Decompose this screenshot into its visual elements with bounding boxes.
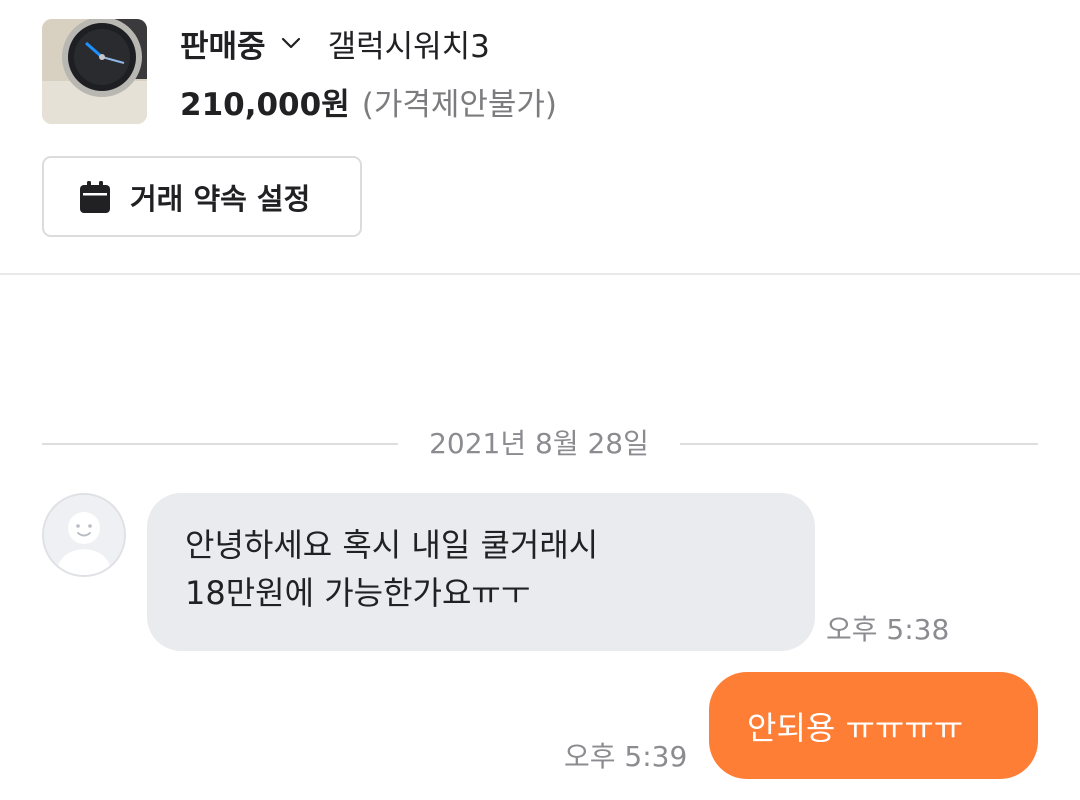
date-divider-right (680, 443, 1038, 445)
outgoing-message-bubble[interactable]: 안되용 ㅠㅠㅠㅠ (709, 672, 1038, 779)
calendar-icon (80, 180, 110, 213)
date-separator: 2021년 8월 28일 (42, 424, 1038, 464)
product-price: 210,000원 (180, 86, 350, 123)
chat-date: 2021년 8월 28일 (429, 427, 649, 460)
chevron-down-icon[interactable] (278, 30, 304, 56)
date-divider-left (42, 443, 398, 445)
sale-status[interactable]: 판매중 (180, 21, 266, 66)
set-appointment-button[interactable]: 거래 약속 설정 (42, 156, 362, 237)
watch-image (42, 19, 147, 124)
product-title[interactable]: 갤럭시워치3 (328, 21, 490, 66)
message-text: 안되용 ㅠㅠㅠㅠ (747, 708, 964, 747)
message-timestamp: 오후 5:38 (826, 613, 950, 646)
price-offer-note: (가격제안불가) (361, 86, 558, 123)
product-header: 판매중 갤럭시워치3 210,000원 (가격제안불가) 거래 약속 설정 (0, 0, 1080, 276)
message-text-line: 안녕하세요 혹시 내일 쿨거래시 (185, 526, 599, 564)
status-row: 판매중 갤럭시워치3 (180, 18, 490, 68)
message-text-line: 18만원에 가능한가요ㅠㅜ (185, 574, 531, 612)
default-profile-icon (44, 495, 124, 575)
product-thumbnail[interactable] (42, 19, 147, 124)
message-timestamp: 오후 5:39 (564, 740, 688, 773)
header-divider (0, 273, 1080, 275)
avatar[interactable] (42, 493, 126, 577)
incoming-message-bubble[interactable]: 안녕하세요 혹시 내일 쿨거래시 18만원에 가능한가요ㅠㅜ (147, 493, 815, 651)
price-row: 210,000원 (가격제안불가) (180, 76, 557, 126)
chat-screen: 판매중 갤럭시워치3 210,000원 (가격제안불가) 거래 약속 설정 20… (0, 0, 1080, 800)
set-appointment-label: 거래 약속 설정 (130, 181, 311, 216)
